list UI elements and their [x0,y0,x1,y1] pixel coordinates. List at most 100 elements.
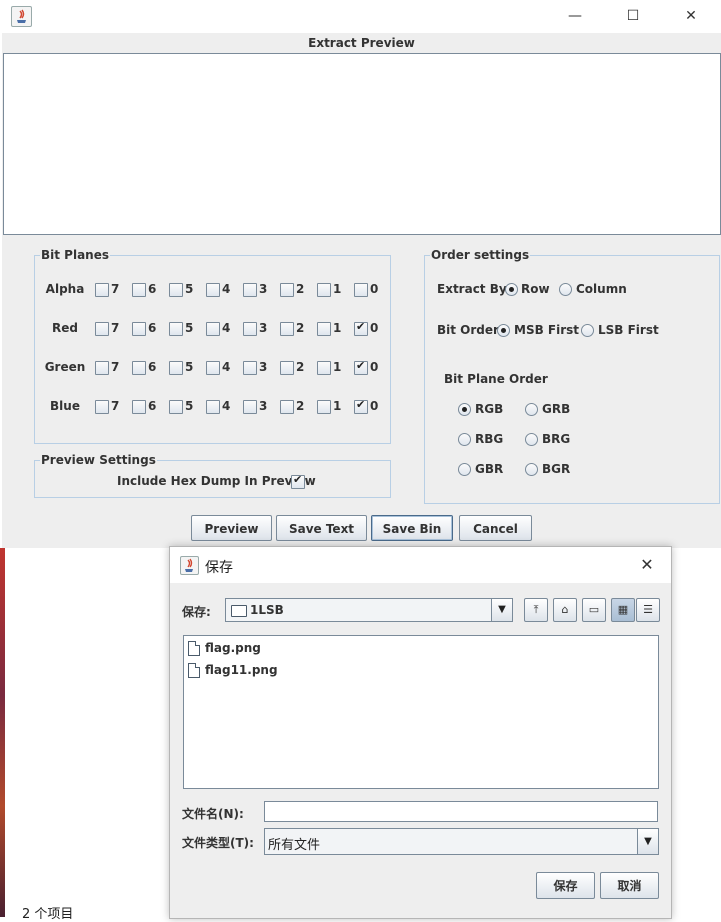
row-label-alpha: Alpha [45,282,85,296]
blue-bit-0-checkbox[interactable] [354,398,368,414]
bit-plane-order-label: Bit Plane Order [444,372,548,386]
green-bit-6-checkbox[interactable] [132,361,146,375]
lsb-first-radio[interactable] [581,324,594,337]
green-bit-3-checkbox[interactable] [243,361,257,375]
bit-planes-group: Bit Planes Alpha 7 6 5 4 3 2 1 0 Red 7 6 5 4 3 2 1 0 Green… [34,247,391,444]
save-file-dialog: 保存 ✕ 保存: 1LSB ▼ ⤒ ⌂ ▭ ▦ ☰ flag.png flag1… [169,546,672,919]
red-bit-1-checkbox[interactable] [317,322,331,336]
file-name: flag11.png [205,663,278,677]
alpha-bit-6-checkbox[interactable] [132,283,146,297]
rgb-radio[interactable] [458,403,471,416]
preview-text-area[interactable] [3,53,721,235]
alpha-bit-2-checkbox[interactable] [280,283,294,297]
green-bit-2-checkbox[interactable] [280,361,294,375]
dialog-title: 保存 [205,560,233,576]
alpha-bit-4-checkbox[interactable] [206,283,220,297]
file-list[interactable]: flag.png flag11.png [183,635,659,789]
up-folder-button[interactable]: ⤒ [524,598,548,622]
column-radio[interactable] [559,283,572,296]
cancel-button[interactable]: Cancel [459,515,532,541]
green-bit-3-label: 3 [259,360,268,374]
filename-input[interactable] [264,801,658,822]
green-bit-0-checkbox[interactable] [354,359,368,375]
alpha-bit-5-label: 5 [185,282,194,296]
alpha-bit-7-checkbox[interactable] [95,283,109,297]
desktop-background [0,548,5,917]
row-label-blue: Blue [50,399,80,413]
save-button[interactable]: 保存 [536,872,595,899]
rgb-label: RGB [475,402,504,416]
java-icon [180,556,199,575]
column-label: Column [576,282,627,296]
alpha-bit-5-checkbox[interactable] [169,283,183,297]
blue-bit-6-checkbox[interactable] [132,400,146,414]
rbg-label: RBG [475,432,504,446]
filetype-dropdown[interactable]: 所有文件 ▼ [264,828,659,855]
save-text-button[interactable]: Save Text [276,515,367,541]
list-view-button[interactable]: ▦ [611,598,635,622]
row-label-red: Red [52,321,78,335]
red-bit-4-checkbox[interactable] [206,322,220,336]
close-button[interactable]: ✕ [668,4,714,28]
msb-first-radio[interactable] [497,324,510,337]
blue-bit-5-checkbox[interactable] [169,400,183,414]
alpha-bit-0-checkbox[interactable] [354,283,368,297]
green-bit-1-checkbox[interactable] [317,361,331,375]
red-bit-6-checkbox[interactable] [132,322,146,336]
file-icon [188,641,200,656]
preview-settings-group: Preview Settings Include Hex Dump In Pre… [34,452,391,498]
bgr-radio[interactable] [525,463,538,476]
row-radio[interactable] [505,283,518,296]
minimize-button[interactable]: — [552,4,598,28]
filetype-label: 文件类型(T): [182,836,254,850]
green-bit-7-label: 7 [111,360,120,374]
save-in-label: 保存: [182,605,211,619]
alpha-bit-6-label: 6 [148,282,157,296]
blue-bit-4-checkbox[interactable] [206,400,220,414]
alpha-bit-3-checkbox[interactable] [243,283,257,297]
red-bit-0-checkbox[interactable] [354,320,368,336]
red-bit-7-checkbox[interactable] [95,322,109,336]
blue-bit-1-label: 1 [333,399,342,413]
brg-radio[interactable] [525,433,538,446]
java-icon [11,6,32,27]
gbr-radio[interactable] [458,463,471,476]
grb-radio[interactable] [525,403,538,416]
grb-label: GRB [542,402,571,416]
red-bit-7-label: 7 [111,321,120,335]
home-button[interactable]: ⌂ [553,598,577,622]
red-bit-3-checkbox[interactable] [243,322,257,336]
chevron-down-icon[interactable]: ▼ [637,829,658,854]
explorer-status-text: 2 个项目 [22,907,74,922]
blue-bit-1-checkbox[interactable] [317,400,331,414]
blue-bit-2-checkbox[interactable] [280,400,294,414]
blue-bit-7-checkbox[interactable] [95,400,109,414]
new-folder-button[interactable]: ▭ [582,598,606,622]
rbg-radio[interactable] [458,433,471,446]
dialog-title-bar: 保存 ✕ [170,547,671,583]
save-bin-button[interactable]: Save Bin [371,515,453,541]
dialog-cancel-button[interactable]: 取消 [600,872,659,899]
red-bit-2-label: 2 [296,321,305,335]
dialog-close-button[interactable]: ✕ [632,553,662,577]
chevron-down-icon[interactable]: ▼ [491,599,512,621]
order-settings-title: Order settings [430,247,531,263]
green-bit-5-label: 5 [185,360,194,374]
green-bit-4-checkbox[interactable] [206,361,220,375]
blue-bit-3-checkbox[interactable] [243,400,257,414]
alpha-bit-2-label: 2 [296,282,305,296]
green-bit-5-checkbox[interactable] [169,361,183,375]
preview-button[interactable]: Preview [191,515,272,541]
alpha-bit-7-label: 7 [111,282,120,296]
maximize-button[interactable]: ☐ [610,4,656,28]
red-bit-5-checkbox[interactable] [169,322,183,336]
alpha-bit-3-label: 3 [259,282,268,296]
gbr-label: GBR [475,462,504,476]
hex-dump-checkbox[interactable] [291,473,305,489]
alpha-bit-1-checkbox[interactable] [317,283,331,297]
details-view-button[interactable]: ☰ [636,598,660,622]
red-bit-2-checkbox[interactable] [280,322,294,336]
folder-dropdown[interactable]: 1LSB ▼ [225,598,513,622]
file-icon [188,663,200,678]
green-bit-7-checkbox[interactable] [95,361,109,375]
